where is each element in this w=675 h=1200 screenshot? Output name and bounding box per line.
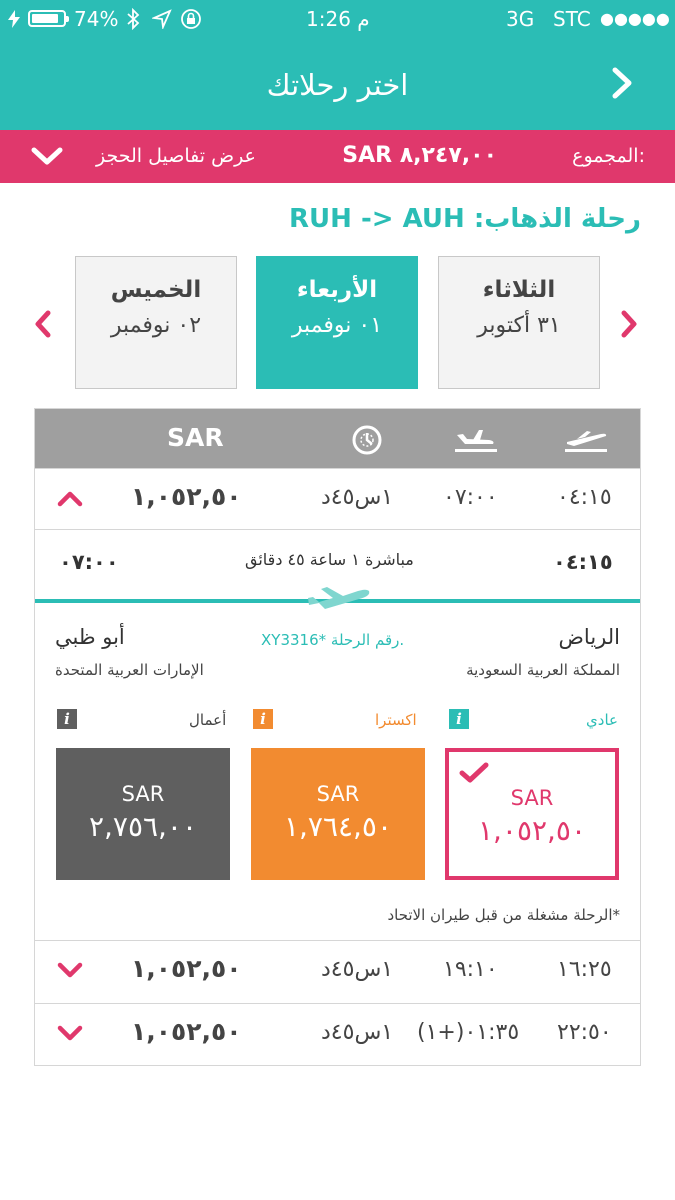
day-tab-wednesday[interactable]: الأربعاء ٠١ نوفمبر	[256, 256, 418, 389]
flight-row[interactable]: ١,٠٥٢,٥٠ ١س٤٥د ٠٧:٠٠ ٠٤:١٥	[35, 468, 640, 530]
flight-row[interactable]: ١,٠٥٢,٥٠ ١س٤٥د ٠١:٣٥(+١) ٢٢:٥٠	[35, 1003, 640, 1065]
fare-amount: ١,٧٦٤,٥٠	[283, 810, 393, 843]
clock: 1:26 م	[306, 7, 370, 31]
flight-price: ١,٠٥٢,٥٠	[131, 482, 242, 511]
app-header: اختر رحلاتك	[0, 38, 675, 130]
detail-arrival-time: ٠٧:٠٠	[59, 550, 119, 574]
duration-clock-icon	[352, 425, 382, 455]
day-name: الخميس	[110, 277, 202, 303]
currency-header: SAR	[167, 423, 224, 452]
booking-details-link[interactable]: عرض تفاصيل الحجز	[96, 145, 256, 167]
arrival-time: ٠١:٣٥(+١)	[417, 1020, 520, 1045]
fare-currency: SAR	[316, 782, 360, 806]
plane-icon	[308, 587, 370, 609]
origin-country: المملكة العربية السعودية	[466, 661, 620, 679]
flight-duration: ١س٤٥د	[321, 485, 394, 510]
day-date: ٣١ أكتوبر	[477, 313, 561, 338]
chevron-down-icon[interactable]	[30, 144, 64, 168]
info-icon-business[interactable]: i	[57, 709, 77, 729]
destination-city: أبو ظبي	[55, 625, 125, 649]
chevron-up-icon[interactable]	[57, 489, 83, 507]
fare-amount: ٢,٧٥٦,٠٠	[88, 810, 198, 843]
departure-plane-icon	[565, 431, 607, 452]
info-icon-extra[interactable]: i	[253, 709, 273, 729]
fare-option-extra[interactable]: SAR ١,٧٦٤,٥٠	[251, 748, 425, 880]
detail-stops: مباشرة ١ ساعة ٤٥ دقائق	[245, 550, 414, 569]
flight-number: XY3316* رقم الرحلة.	[261, 631, 404, 649]
flight-price: ١,٠٥٢,٥٠	[131, 1017, 242, 1046]
flight-row[interactable]: ١,٠٥٢,٥٠ ١س٤٥د ١٩:١٠ ١٦:٢٥	[35, 940, 640, 1002]
arrival-plane-icon	[455, 430, 497, 452]
signal-icon: ●●●●●	[600, 9, 670, 28]
checkmark-icon	[459, 762, 489, 783]
flight-number-code: XY3316*	[261, 631, 327, 649]
total-amount: SAR ٨,٢٤٧,٠٠	[342, 143, 497, 168]
charging-icon	[8, 10, 20, 28]
flight-duration: ١س٤٥د	[321, 957, 394, 982]
origin-city: الرياض	[558, 625, 620, 649]
route-heading: رحلة الذهاب: RUH -> AUH	[289, 204, 641, 234]
arrival-time: ٠٧:٠٠	[443, 485, 498, 510]
departure-time: ١٦:٢٥	[557, 957, 612, 982]
page-title: اختر رحلاتك	[266, 68, 409, 102]
route-label: رحلة الذهاب:	[473, 204, 641, 234]
bluetooth-icon	[127, 8, 140, 30]
fare-currency: SAR	[510, 786, 554, 810]
total-label: المجموع:	[572, 145, 645, 167]
day-name: الأربعاء	[296, 277, 378, 303]
table-header: SAR	[35, 409, 640, 468]
fare-label-economy: عادي	[586, 711, 618, 729]
battery-icon	[28, 10, 69, 27]
flight-duration: ١س٤٥د	[321, 1020, 394, 1045]
day-tab-thursday[interactable]: الخميس ٠٢ نوفمبر	[75, 256, 237, 389]
day-tab-tuesday[interactable]: الثلاثاء ٣١ أكتوبر	[438, 256, 600, 389]
status-bar: 74% 1:26 م 3G STC ●●●●●	[0, 0, 675, 38]
flight-price: ١,٠٥٢,٥٠	[131, 954, 242, 983]
back-chevron-icon[interactable]	[607, 66, 637, 100]
fare-option-economy[interactable]: SAR ١,٠٥٢,٥٠	[445, 748, 619, 880]
departure-time: ٢٢:٥٠	[557, 1020, 612, 1045]
day-date: ٠٢ نوفمبر	[110, 313, 202, 338]
info-icon-economy[interactable]: i	[449, 709, 469, 729]
arrival-time: ١٩:١٠	[443, 957, 498, 982]
detail-departure-time: ٠٤:١٥	[553, 550, 613, 574]
flight-number-label: رقم الرحلة.	[330, 631, 405, 649]
fare-option-business[interactable]: SAR ٢,٧٥٦,٠٠	[56, 748, 230, 880]
departure-time: ٠٤:١٥	[557, 485, 612, 510]
chevron-down-icon[interactable]	[57, 961, 83, 979]
fare-label-business: أعمال	[189, 711, 227, 729]
booking-total-bar[interactable]: المجموع: SAR ٨,٢٤٧,٠٠ عرض تفاصيل الحجز	[0, 130, 675, 183]
previous-day-arrow-icon[interactable]	[32, 309, 54, 339]
operator-note: *الرحلة مشغلة من قبل طيران الاتحاد	[387, 906, 620, 924]
fare-amount: ١,٠٥٢,٥٠	[477, 814, 587, 847]
carrier-name: STC	[553, 7, 591, 31]
flight-table: SAR ١,٠٥٢,٥٠ ١س٤٥د ٠٧:٠٠ ٠٤:١٥ ٠٧:٠٠ مبا…	[34, 408, 641, 1066]
network-type: 3G	[506, 7, 535, 31]
fare-label-extra: اكسترا	[375, 711, 417, 729]
battery-percent: 74%	[74, 7, 119, 31]
fare-currency: SAR	[121, 782, 165, 806]
next-day-arrow-icon[interactable]	[618, 309, 640, 339]
location-icon	[152, 9, 172, 29]
chevron-down-icon[interactable]	[57, 1024, 83, 1042]
route-path: RUH -> AUH	[289, 204, 465, 234]
destination-country: الإمارات العربية المتحدة	[55, 661, 204, 679]
rotation-lock-icon	[181, 9, 201, 29]
day-name: الثلاثاء	[482, 277, 556, 303]
day-date: ٠١ نوفمبر	[291, 313, 383, 338]
